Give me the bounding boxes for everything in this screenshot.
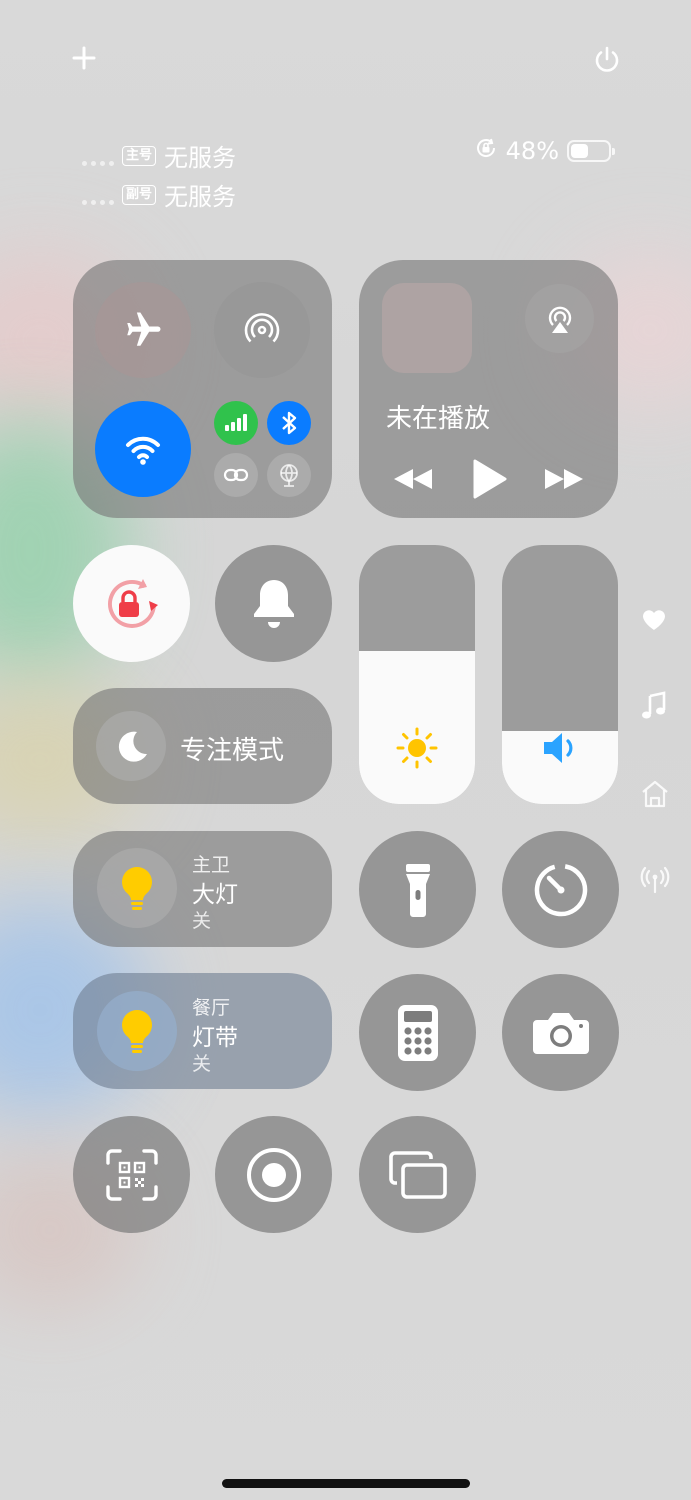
bulb-badge-2 (97, 991, 177, 1071)
lightbulb-icon (122, 1010, 152, 1053)
camera-button[interactable] (502, 974, 619, 1091)
airdrop-button[interactable] (214, 282, 310, 378)
sim1-badge: 主号 (122, 145, 157, 166)
flashlight-icon (405, 863, 430, 917)
rotation-lock-button[interactable] (73, 545, 190, 662)
screen-mirror-icon (388, 1150, 447, 1199)
rewind-button[interactable] (392, 465, 434, 493)
play-button[interactable] (470, 458, 508, 500)
bluetooth-icon (282, 411, 297, 435)
device-name-label: 灯带 (192, 1025, 238, 1051)
music-note-icon[interactable] (640, 690, 668, 726)
rewind-icon (394, 469, 432, 489)
battery-icon (567, 140, 615, 162)
personal-hotspot-button[interactable] (214, 453, 258, 497)
cellular-icon (225, 414, 247, 431)
silent-mode-button[interactable] (215, 545, 332, 662)
vpn-button[interactable] (267, 453, 311, 497)
device-state-label: 关 (192, 1053, 212, 1075)
airplay-button[interactable] (525, 284, 594, 353)
speaker-icon (544, 733, 573, 763)
calculator-button[interactable] (359, 974, 476, 1091)
cellular-data-button[interactable] (214, 401, 258, 445)
airdrop-icon (244, 313, 280, 343)
device-name-label: 大灯 (192, 882, 238, 908)
qr-scanner-button[interactable] (73, 1116, 190, 1233)
screen-mirroring-button[interactable] (359, 1116, 476, 1233)
sim1-service-text: 无服务 (164, 144, 237, 172)
calculator-icon (397, 1004, 438, 1061)
airplane-icon (127, 312, 161, 346)
plus-icon[interactable] (70, 44, 98, 72)
fast-forward-button[interactable] (543, 465, 585, 493)
timer-icon (534, 863, 587, 916)
antenna-icon[interactable] (640, 866, 670, 898)
airplane-mode-button[interactable] (95, 282, 191, 378)
bell-icon (253, 579, 294, 628)
lightbulb-icon (122, 867, 152, 910)
rotation-lock-status-icon (474, 136, 498, 166)
globe-icon (280, 464, 298, 487)
rotation-lock-icon (107, 578, 158, 628)
fast-forward-icon (545, 469, 583, 489)
heart-icon[interactable] (640, 606, 668, 638)
airplay-icon (548, 306, 571, 333)
sun-icon (396, 727, 438, 769)
moon-icon (118, 731, 147, 762)
timer-button[interactable] (502, 831, 619, 948)
personal-hotspot-icon (223, 468, 249, 482)
flashlight-button[interactable] (359, 831, 476, 948)
wifi-button[interactable] (95, 401, 191, 497)
bluetooth-button[interactable] (267, 401, 311, 445)
device-room-label: 主卫 (192, 854, 231, 876)
focus-mode-label: 专注模式 (180, 736, 285, 766)
qr-scan-icon (105, 1148, 158, 1201)
play-icon (473, 459, 507, 499)
power-icon[interactable] (592, 44, 622, 74)
album-artwork-placeholder[interactable] (382, 283, 472, 373)
home-icon[interactable] (640, 778, 670, 814)
now-playing-label: 未在播放 (386, 404, 491, 434)
device-room-label: 餐厅 (192, 997, 231, 1019)
sim2-service-text: 无服务 (164, 183, 237, 211)
focus-moon-badge (96, 711, 166, 781)
bulb-badge-1 (97, 848, 177, 928)
sim2-badge: 副号 (122, 184, 157, 205)
device-state-label: 关 (192, 910, 212, 932)
battery-status: 48% (474, 136, 615, 166)
screen-record-button[interactable] (215, 1116, 332, 1233)
brightness-slider[interactable] (359, 545, 475, 804)
volume-slider[interactable] (502, 545, 618, 804)
sim1-status: 主号 无服务 (82, 138, 236, 173)
home-indicator[interactable] (222, 1479, 470, 1488)
screen-record-icon (246, 1147, 301, 1202)
sim2-status: 副号 无服务 (82, 177, 236, 212)
wifi-icon (126, 436, 160, 465)
camera-icon (532, 1012, 589, 1054)
battery-percent: 48% (505, 137, 559, 165)
